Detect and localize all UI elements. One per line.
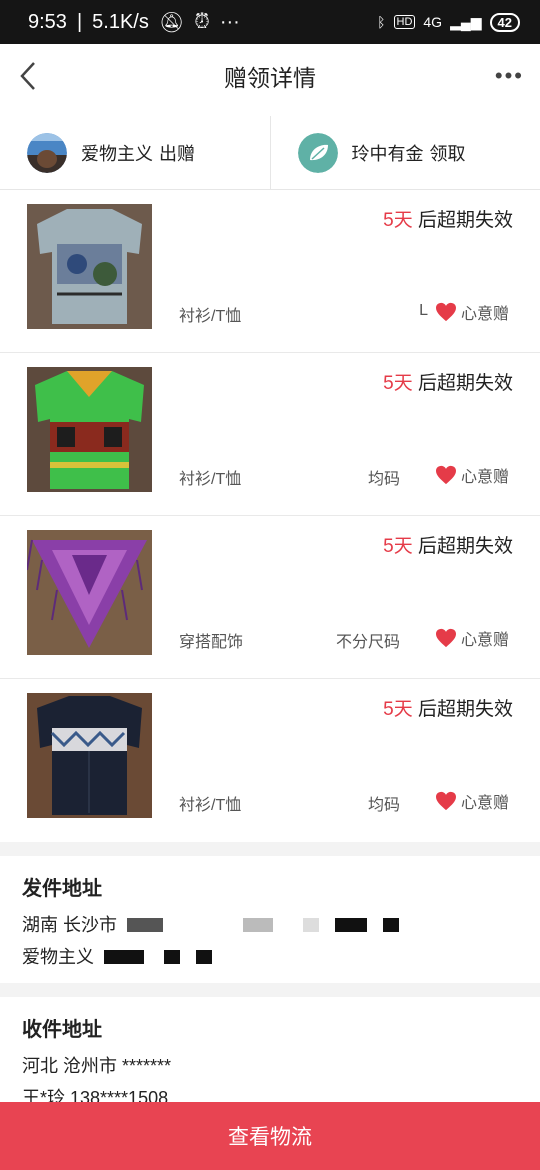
item-size: L bbox=[419, 302, 428, 319]
sender-name-line: 爱物主义 bbox=[22, 941, 518, 973]
list-item[interactable]: 5天 后超期失效 穿搭配饰 不分尺码 心意赠 bbox=[0, 516, 540, 679]
giver-name: 爱物主义 bbox=[81, 143, 153, 164]
giver-action: 出赠 bbox=[159, 143, 195, 164]
heart-icon bbox=[435, 465, 456, 485]
heart-icon bbox=[435, 791, 456, 811]
giver-avatar bbox=[27, 132, 67, 173]
expire-notice: 5天 后超期失效 bbox=[383, 368, 513, 395]
item-category: 穿搭配饰 bbox=[179, 634, 244, 651]
bluetooth-icon: ᛒ bbox=[377, 14, 386, 30]
wish-label: 心意赠 bbox=[460, 306, 509, 323]
overflow-dots-icon: ··· bbox=[219, 10, 240, 33]
network-speed: 5.1K/s bbox=[92, 10, 149, 33]
heart-icon bbox=[435, 628, 456, 648]
hd-icon: HD bbox=[393, 15, 416, 29]
network-type: 4G bbox=[423, 14, 443, 30]
item-category: 衬衫/T恤 bbox=[179, 308, 242, 325]
redaction-mark bbox=[164, 950, 180, 964]
expire-days: 5天 bbox=[383, 210, 413, 231]
redaction-mark bbox=[243, 918, 274, 932]
signal-icon: ▂▄▆ bbox=[450, 13, 482, 30]
receiver-region: 河北 沧州市 ******* bbox=[22, 1056, 172, 1076]
receiver-name: 玲中有金 bbox=[351, 143, 424, 164]
item-category: 衬衫/T恤 bbox=[179, 797, 242, 814]
page-title: 赠领详情 bbox=[224, 65, 316, 91]
expire-suffix: 后超期失效 bbox=[417, 373, 513, 394]
item-list: 5天 后超期失效 衬衫/T恤 L 心意赠 5天 后超期失效 衬衫/T恤 均码 心… bbox=[0, 190, 540, 842]
sender-region-line: 湖南 长沙市 bbox=[22, 909, 518, 941]
view-logistics-label: 查看物流 bbox=[228, 1126, 312, 1149]
wish-label: 心意赠 bbox=[460, 469, 509, 486]
expire-suffix: 后超期失效 bbox=[417, 699, 513, 720]
redaction-mark bbox=[127, 918, 164, 932]
wish-label: 心意赠 bbox=[460, 795, 509, 812]
receiver-party[interactable]: 玲中有金 领取 bbox=[269, 116, 540, 189]
receiver-address-title: 收件地址 bbox=[22, 1019, 102, 1041]
expire-notice: 5天 后超期失效 bbox=[383, 694, 513, 721]
item-size: 不分尺码 bbox=[335, 634, 400, 651]
giver-party[interactable]: 爱物主义 出赠 bbox=[0, 116, 270, 189]
wish-badge: 心意赠 bbox=[435, 789, 509, 813]
battery-icon: 42 bbox=[489, 12, 520, 32]
status-time: 9:53 bbox=[28, 10, 67, 33]
redaction-mark bbox=[104, 950, 144, 964]
list-item[interactable]: 5天 后超期失效 衬衫/T恤 均码 心意赠 bbox=[0, 679, 540, 842]
parties-bar: 爱物主义 出赠 玲中有金 领取 bbox=[0, 108, 540, 190]
back-button[interactable] bbox=[6, 54, 50, 98]
receiver-action: 领取 bbox=[429, 143, 466, 164]
item-thumbnail bbox=[27, 204, 152, 329]
wish-badge: 心意赠 bbox=[435, 463, 509, 487]
item-thumbnail bbox=[27, 693, 152, 818]
sender-name: 爱物主义 bbox=[22, 947, 94, 967]
item-size: 均码 bbox=[367, 471, 400, 488]
mute-icon: 🔕︎ bbox=[158, 11, 185, 34]
alarm-icon: ⏰︎ bbox=[194, 10, 210, 33]
item-category: 衬衫/T恤 bbox=[179, 471, 242, 488]
item-thumbnail bbox=[27, 367, 152, 492]
more-options-icon[interactable]: ••• bbox=[495, 63, 524, 89]
sender-address-title: 发件地址 bbox=[22, 878, 102, 900]
expire-suffix: 后超期失效 bbox=[417, 210, 513, 231]
redaction-mark bbox=[383, 918, 400, 932]
nav-bar: 赠领详情 ••• bbox=[0, 44, 540, 108]
expire-days: 5天 bbox=[383, 699, 413, 720]
expire-notice: 5天 后超期失效 bbox=[383, 205, 513, 232]
receiver-avatar bbox=[297, 132, 338, 173]
redaction-mark bbox=[303, 918, 320, 932]
sender-region: 湖南 长沙市 bbox=[22, 915, 118, 935]
expire-notice: 5天 后超期失效 bbox=[383, 531, 513, 558]
wish-badge: 心意赠 bbox=[435, 626, 509, 650]
list-item[interactable]: 5天 后超期失效 衬衫/T恤 均码 心意赠 bbox=[0, 353, 540, 516]
status-bar: 9:53 | 5.1K/s 🔕︎ ⏰︎ ··· ᛒ HD 4G ▂▄▆ 42 bbox=[0, 0, 540, 44]
sender-address-section: 发件地址 湖南 长沙市 爱物主义 bbox=[0, 856, 540, 983]
expire-days: 5天 bbox=[383, 536, 413, 557]
wish-badge: 心意赠 bbox=[435, 300, 509, 324]
list-item[interactable]: 5天 后超期失效 衬衫/T恤 L 心意赠 bbox=[0, 190, 540, 353]
chevron-left-icon bbox=[20, 62, 35, 90]
heart-icon bbox=[435, 302, 456, 322]
wish-label: 心意赠 bbox=[460, 632, 509, 649]
expire-suffix: 后超期失效 bbox=[417, 536, 513, 557]
expire-days: 5天 bbox=[383, 373, 413, 394]
status-divider: | bbox=[76, 10, 83, 33]
redaction-mark bbox=[335, 918, 368, 932]
item-size: 均码 bbox=[367, 797, 400, 814]
redaction-mark bbox=[196, 950, 212, 964]
item-thumbnail bbox=[27, 530, 152, 655]
view-logistics-button[interactable]: 查看物流 bbox=[0, 1102, 540, 1170]
